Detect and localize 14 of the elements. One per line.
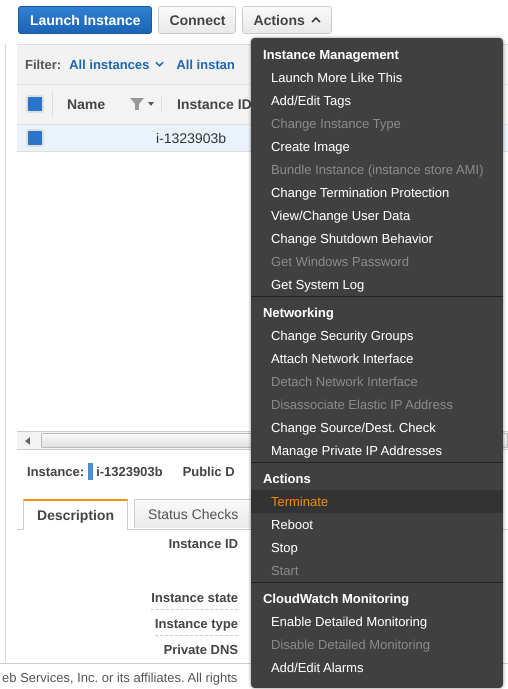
- field-label: Instance state: [151, 586, 238, 610]
- copyright-text: eb Services, Inc. or its affiliates. All rights: [2, 670, 238, 685]
- filter-label: Filter:: [25, 56, 62, 72]
- field-label: Instance ID: [168, 534, 238, 553]
- field-label: Private DNS: [164, 640, 238, 659]
- table-cell: i-1323903b: [156, 130, 226, 146]
- menu-section-header: Networking: [262, 304, 335, 322]
- menu-section-header: Instance Management: [262, 46, 400, 64]
- menu-section-header: CloudWatch Monitoring: [262, 590, 410, 608]
- instance-id: i-1323903b: [96, 464, 163, 479]
- instance-label: Instance:: [27, 464, 84, 479]
- menu-section-header: Actions: [262, 470, 312, 488]
- public-dns-label: Public D: [182, 464, 235, 479]
- field-label: Instance type: [154, 612, 238, 636]
